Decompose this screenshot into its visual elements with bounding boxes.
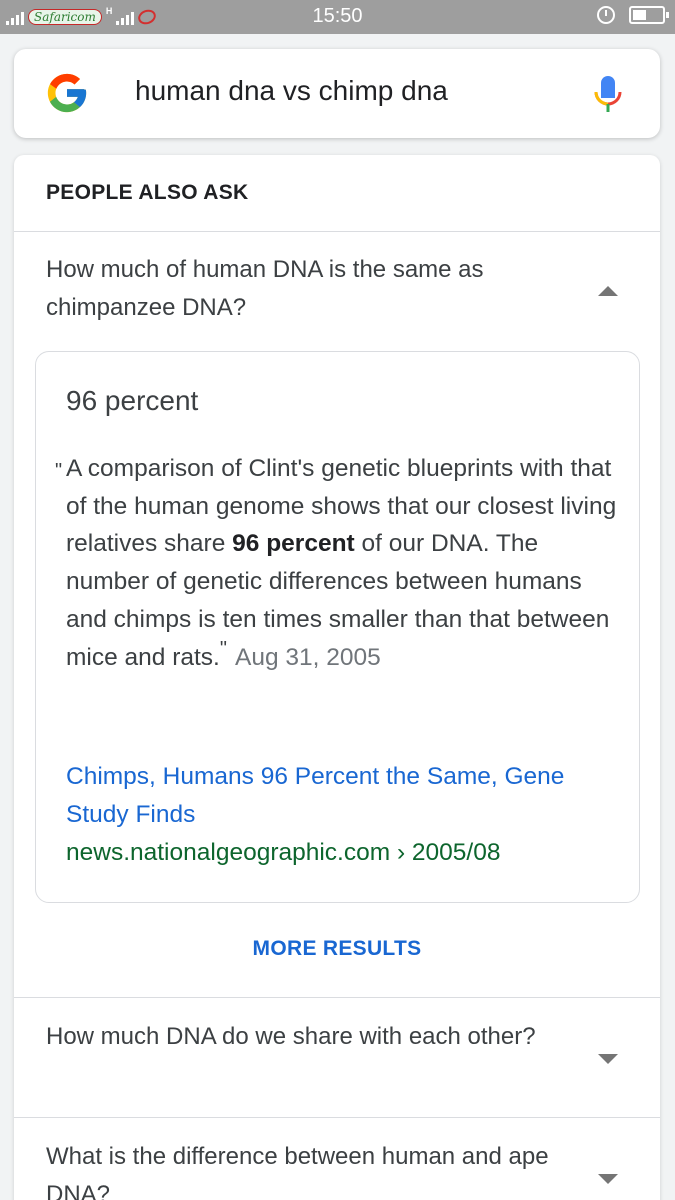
divider xyxy=(14,231,660,232)
open-quote: " xyxy=(55,460,63,482)
battery-fill xyxy=(633,10,646,20)
google-g-icon[interactable] xyxy=(44,70,90,116)
chevron-up-icon[interactable] xyxy=(598,286,618,296)
paa-question[interactable]: How much DNA do we share with each other… xyxy=(46,1018,566,1056)
snippet-date: Aug 31, 2005 xyxy=(234,643,381,671)
search-query[interactable]: human dna vs chimp dna xyxy=(135,75,448,107)
chevron-down-icon[interactable] xyxy=(598,1054,618,1064)
divider xyxy=(14,997,660,998)
status-right-group xyxy=(597,6,669,24)
answer-title: 96 percent xyxy=(66,385,199,416)
result-title-link[interactable]: Chimps, Humans 96 Percent the Same, Gene… xyxy=(66,758,606,833)
chevron-down-icon[interactable] xyxy=(598,1174,618,1184)
more-results-button[interactable]: MORE RESULTS xyxy=(14,937,660,961)
result-url[interactable]: news.nationalgeographic.com › 2005/08 xyxy=(66,834,500,871)
microphone-icon[interactable] xyxy=(592,74,624,114)
close-quote: " xyxy=(219,637,227,660)
status-bar: Safaricom H 15:50 xyxy=(0,0,675,34)
answer-snippet: " A comparison of Clint's genetic bluepri… xyxy=(55,450,621,676)
snippet-text-bold: 96 percent xyxy=(232,530,355,558)
status-clock: 15:50 xyxy=(312,5,363,27)
paa-heading: PEOPLE ALSO ASK xyxy=(46,181,249,204)
paa-question[interactable]: What is the difference between human and… xyxy=(46,1138,566,1200)
battery-icon xyxy=(629,6,669,24)
divider xyxy=(14,1117,660,1118)
alarm-icon xyxy=(597,6,615,24)
paa-question-expanded[interactable]: How much of human DNA is the same as chi… xyxy=(46,251,566,327)
